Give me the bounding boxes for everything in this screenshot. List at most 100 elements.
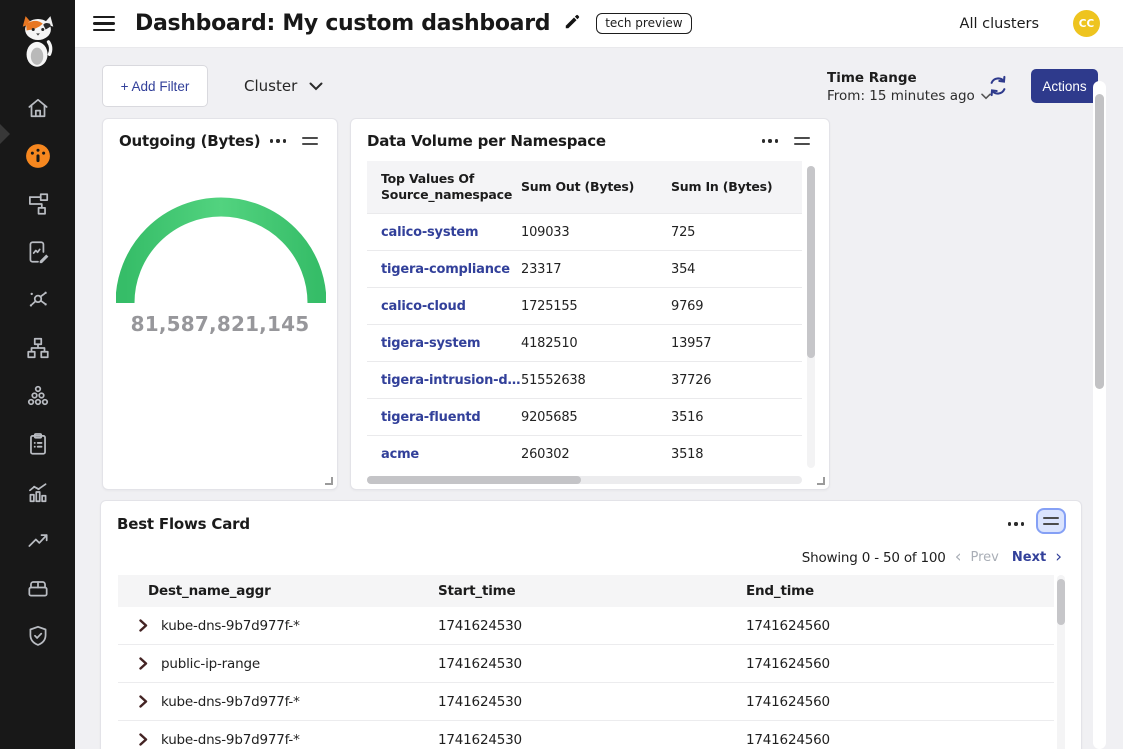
table-vertical-scrollbar[interactable] [1057,575,1065,749]
expand-chevron-icon[interactable] [139,619,148,632]
sidebar [0,0,75,749]
home-icon [25,95,51,121]
table-header-row: Top Values Of Source_namespace Sum Out (… [367,161,802,213]
sum-in-value: 13957 [657,336,802,351]
card-drag-handle-focused[interactable] [1036,508,1066,534]
namespace-link[interactable]: acme [367,447,507,462]
sidebar-item-home[interactable] [0,84,75,132]
start-time: 1741624530 [408,694,716,710]
card-menu-button[interactable] [266,135,290,146]
cluster-scope-selector[interactable]: All clusters [960,16,1039,32]
sidebar-item-security[interactable] [0,612,75,660]
trend-arrow-icon [25,527,51,553]
sidebar-item-statistics[interactable] [0,468,75,516]
policies-document-icon [25,239,51,265]
actions-button[interactable]: Actions [1031,69,1098,103]
column-header: Top Values Of Source_namespace [367,171,507,202]
next-chevron-icon[interactable]: › [1055,549,1062,566]
table-horizontal-scrollbar[interactable] [367,476,802,484]
sum-out-value: 23317 [507,262,657,277]
sidebar-item-clusters[interactable] [0,372,75,420]
start-time: 1741624530 [408,656,716,672]
sum-out-value: 1725155 [507,299,657,314]
sum-in-value: 9769 [657,299,802,314]
statistics-chart-icon [25,479,51,505]
sum-in-value: 37726 [657,373,802,388]
compliance-clipboard-icon [25,431,51,457]
sidebar-item-dashboards[interactable] [0,132,75,180]
cluster-filter-dropdown[interactable]: Cluster [244,75,323,97]
sidebar-item-flow-visualizations[interactable] [0,276,75,324]
sum-out-value: 260302 [507,447,657,462]
dashboard-content: + Add Filter Cluster Time Range From: 15… [75,48,1123,749]
table-vertical-scrollbar[interactable] [807,166,815,468]
card-title: Data Volume per Namespace [367,132,606,150]
namespace-link[interactable]: tigera-system [367,336,507,351]
sum-in-value: 725 [657,225,802,240]
expand-chevron-icon[interactable] [139,695,148,708]
data-volume-card: Data Volume per Namespace Top Values Of … [350,118,830,490]
prev-button[interactable]: Prev [971,550,999,565]
namespace-link[interactable]: tigera-fluentd [367,410,507,425]
prev-chevron-icon[interactable]: ‹ [955,549,962,566]
sum-out-value: 9205685 [507,410,657,425]
expand-chevron-icon[interactable] [139,733,148,746]
page-scrollbar[interactable] [1093,81,1106,749]
sidebar-item-policies[interactable] [0,228,75,276]
gauge-arc [116,191,326,309]
hamburger-menu-button[interactable] [93,14,117,34]
sidebar-nav [0,84,75,660]
table-row: tigera-system 4182510 13957 [367,324,802,361]
start-time: 1741624530 [408,618,716,634]
sidebar-item-packages[interactable] [0,564,75,612]
card-title: Outgoing (Bytes) [119,132,260,150]
dest-name: kube-dns-9b7d977f-* [161,694,300,710]
table-row: acme 260302 3518 [367,435,802,472]
card-title: Best Flows Card [117,515,250,533]
namespace-link[interactable]: tigera-compliance [367,262,507,277]
end-time: 1741624560 [716,656,1054,672]
card-resize-handle[interactable] [325,477,333,485]
column-header: Sum Out (Bytes) [507,179,657,195]
card-drag-handle[interactable] [298,133,322,149]
tech-preview-badge: tech preview [596,13,691,34]
card-menu-button[interactable] [758,135,782,146]
card-menu-button[interactable] [1004,518,1028,529]
card-resize-handle[interactable] [817,477,825,485]
refresh-button[interactable] [985,73,1011,99]
start-time: 1741624530 [408,732,716,748]
time-range-control[interactable]: Time Range From: 15 minutes ago [827,70,991,104]
flow-nodes-icon [25,287,51,313]
top-header: Dashboard: My custom dashboard tech prev… [75,0,1123,48]
sidebar-item-network[interactable] [0,324,75,372]
namespace-link[interactable]: calico-cloud [367,299,507,314]
sum-out-value: 4182510 [507,336,657,351]
expand-chevron-icon[interactable] [139,657,148,670]
dashboards-gauge-icon [25,143,51,169]
cluster-filter-label: Cluster [244,77,297,95]
service-graph-icon [25,191,51,217]
column-header: Sum In (Bytes) [657,179,802,195]
sidebar-item-service-graph[interactable] [0,180,75,228]
chevron-down-icon [309,82,323,91]
flows-table: Dest_name_aggr Start_time End_time kube-… [118,575,1054,749]
pagination-status: Showing 0 - 50 of 100 [802,550,946,566]
table-row: tigera-compliance 23317 354 [367,250,802,287]
namespace-link[interactable]: tigera-intrusion-d… [367,373,507,388]
namespace-link[interactable]: calico-system [367,225,507,240]
time-range-label: Time Range [827,70,991,86]
table-row: kube-dns-9b7d977f-* 1741624530 174162456… [118,683,1054,721]
user-avatar[interactable]: CC [1073,10,1100,37]
table-header-row: Dest_name_aggr Start_time End_time [118,575,1054,607]
add-filter-button[interactable]: + Add Filter [102,65,208,107]
dest-name: public-ip-range [161,656,260,672]
sidebar-item-trends[interactable] [0,516,75,564]
next-button[interactable]: Next [1012,550,1046,565]
calico-cat-logo[interactable] [17,12,59,68]
outgoing-bytes-card: Outgoing (Bytes) 81,587, [102,118,338,490]
sidebar-item-compliance[interactable] [0,420,75,468]
table-row: calico-cloud 1725155 9769 [367,287,802,324]
card-drag-handle[interactable] [790,133,814,149]
edit-pencil-icon[interactable] [563,12,582,35]
clusters-icon [25,383,51,409]
